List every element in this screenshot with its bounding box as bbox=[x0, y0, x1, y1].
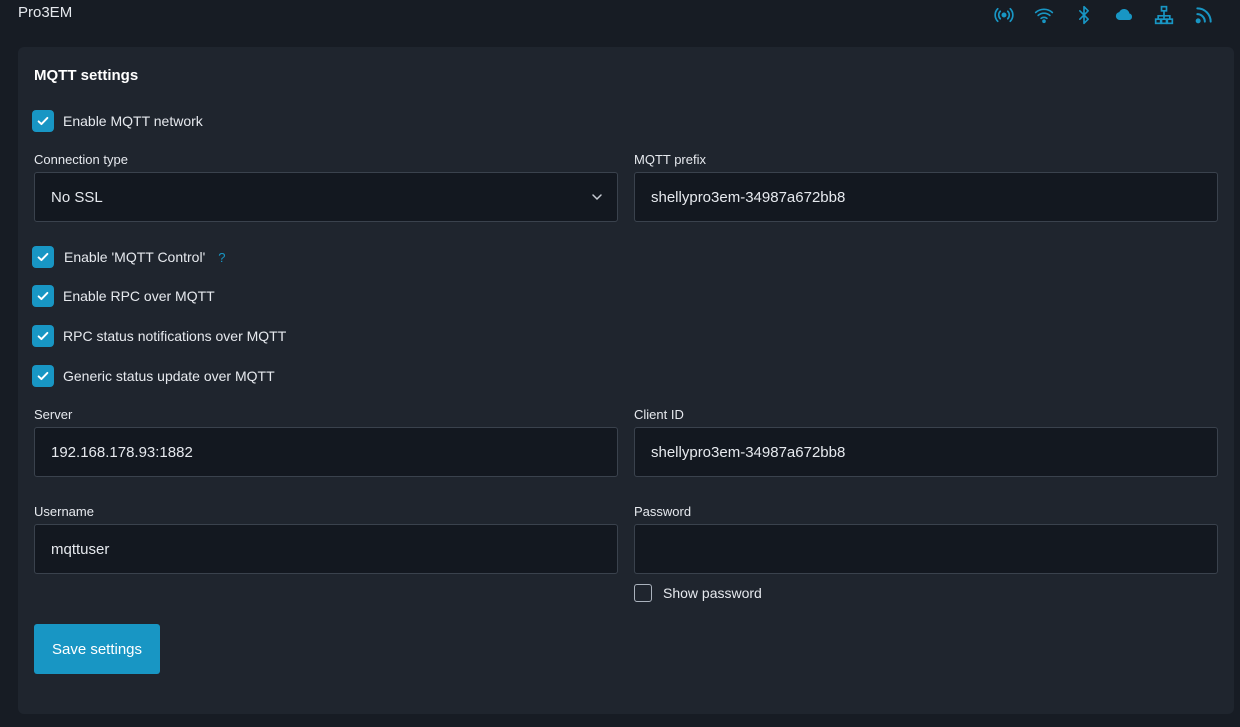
enable-mqtt-network-label: Enable MQTT network bbox=[63, 113, 203, 129]
enable-mqtt-control-checkbox[interactable] bbox=[32, 246, 54, 268]
client-id-input[interactable]: shellypro3em-34987a672bb8 bbox=[634, 427, 1218, 477]
show-password-label: Show password bbox=[663, 585, 762, 601]
cloud-icon[interactable] bbox=[1104, 4, 1144, 26]
username-label: Username bbox=[34, 504, 94, 519]
enable-rpc-row[interactable]: Enable RPC over MQTT bbox=[32, 285, 215, 307]
enable-mqtt-network-row[interactable]: Enable MQTT network bbox=[32, 110, 203, 132]
server-label: Server bbox=[34, 407, 73, 422]
ethernet-icon[interactable] bbox=[1144, 4, 1184, 26]
radio-signal-icon[interactable] bbox=[984, 4, 1024, 26]
mqtt-prefix-label: MQTT prefix bbox=[634, 152, 706, 167]
help-icon[interactable]: ? bbox=[218, 250, 225, 265]
enable-mqtt-control-row[interactable]: Enable 'MQTT Control' ? bbox=[32, 246, 226, 268]
username-value: mqttuser bbox=[51, 540, 110, 558]
password-label: Password bbox=[634, 504, 692, 519]
password-input[interactable] bbox=[634, 524, 1218, 574]
connection-type-label: Connection type bbox=[34, 152, 128, 167]
check-icon bbox=[37, 291, 49, 301]
server-value: 192.168.178.93:1882 bbox=[51, 443, 193, 461]
status-icons bbox=[984, 4, 1224, 26]
username-input[interactable]: mqttuser bbox=[34, 524, 618, 574]
generic-status-row[interactable]: Generic status update over MQTT bbox=[32, 365, 275, 387]
top-bar: Pro3EM bbox=[0, 0, 1240, 40]
check-icon bbox=[37, 371, 49, 381]
show-password-checkbox[interactable] bbox=[634, 584, 652, 602]
device-name: Pro3EM bbox=[18, 4, 73, 21]
mqtt-prefix-input[interactable]: shellypro3em-34987a672bb8 bbox=[634, 172, 1218, 222]
rss-icon[interactable] bbox=[1184, 4, 1224, 26]
show-password-row[interactable]: Show password bbox=[634, 584, 762, 602]
enable-mqtt-network-checkbox[interactable] bbox=[32, 110, 54, 132]
server-input[interactable]: 192.168.178.93:1882 bbox=[34, 427, 618, 477]
generic-status-checkbox[interactable] bbox=[32, 365, 54, 387]
connection-type-select[interactable]: No SSL bbox=[34, 172, 618, 222]
enable-mqtt-control-label: Enable 'MQTT Control' bbox=[64, 249, 206, 265]
wifi-icon[interactable] bbox=[1024, 4, 1064, 26]
client-id-label: Client ID bbox=[634, 407, 684, 422]
panel-title: MQTT settings bbox=[34, 67, 139, 84]
rpc-status-row[interactable]: RPC status notifications over MQTT bbox=[32, 325, 286, 347]
chevron-down-icon bbox=[592, 194, 602, 201]
client-id-value: shellypro3em-34987a672bb8 bbox=[651, 443, 846, 461]
connection-type-value: No SSL bbox=[51, 188, 103, 206]
enable-rpc-checkbox[interactable] bbox=[32, 285, 54, 307]
save-settings-button[interactable]: Save settings bbox=[34, 624, 160, 674]
generic-status-label: Generic status update over MQTT bbox=[63, 368, 275, 384]
check-icon bbox=[37, 116, 49, 126]
enable-rpc-label: Enable RPC over MQTT bbox=[63, 288, 215, 304]
mqtt-settings-panel: MQTT settings Enable MQTT network Connec… bbox=[18, 47, 1234, 714]
bluetooth-icon[interactable] bbox=[1064, 4, 1104, 26]
mqtt-prefix-value: shellypro3em-34987a672bb8 bbox=[651, 188, 846, 206]
rpc-status-label: RPC status notifications over MQTT bbox=[63, 328, 287, 344]
check-icon bbox=[37, 252, 49, 262]
rpc-status-checkbox[interactable] bbox=[32, 325, 54, 347]
check-icon bbox=[37, 331, 49, 341]
